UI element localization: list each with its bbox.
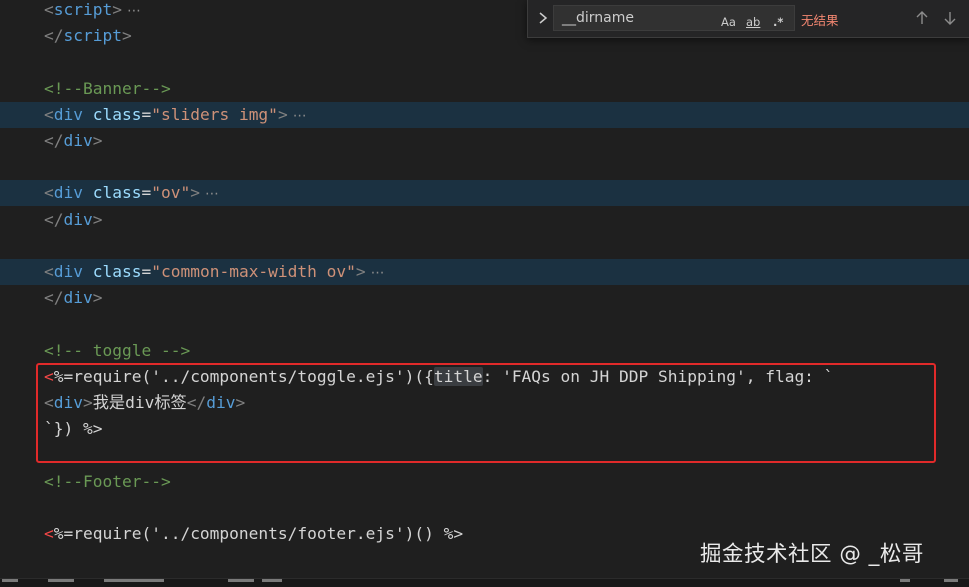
folded-region-ellipsis-icon[interactable]: ⋯: [293, 108, 307, 124]
match-case-button[interactable]: Aa: [721, 15, 736, 29]
match-whole-word-button[interactable]: ab: [746, 15, 760, 29]
code-token: <: [44, 183, 54, 203]
code-line[interactable]: <div class="ov"> ⋯: [0, 180, 969, 207]
code-token: <: [44, 262, 54, 281]
find-input[interactable]: __dirname Aa ab .*: [553, 5, 795, 31]
toggle-replace-chevron-icon[interactable]: [536, 8, 550, 28]
code-token: <!--Banner-->: [44, 78, 171, 98]
code-token: =: [141, 262, 152, 281]
code-line[interactable]: [0, 49, 969, 75]
code-token: div: [53, 104, 83, 124]
code-line-content: </script>: [44, 23, 132, 49]
code-token: div: [53, 183, 83, 203]
code-token: class: [92, 262, 142, 281]
code-line-content: </div>: [44, 285, 103, 311]
code-token: div: [53, 262, 83, 281]
code-line[interactable]: <div class="sliders img"> ⋯: [0, 101, 969, 129]
status-item[interactable]: [48, 579, 74, 582]
code-token: "ov": [151, 183, 191, 203]
code-line-content: <script> ⋯: [44, 0, 141, 24]
code-token: >: [92, 288, 103, 308]
code-line-content: <div class="sliders img"> ⋯: [44, 102, 307, 129]
code-token: "common-max-width ov": [151, 262, 356, 281]
code-line-content: <!--Footer-->: [44, 469, 171, 495]
code-token: </: [44, 288, 64, 308]
code-line-content: </div>: [44, 207, 103, 233]
code-line-content: </div>: [44, 128, 103, 154]
code-token: div: [63, 131, 93, 150]
code-token: =: [141, 183, 152, 203]
folded-region-ellipsis-icon[interactable]: ⋯: [205, 186, 219, 202]
code-line-content: <%=require('../components/footer.ejs')()…: [44, 521, 463, 547]
code-line-content: <!--Banner-->: [44, 76, 171, 102]
code-line[interactable]: </div>: [0, 285, 969, 311]
code-token: div: [63, 209, 93, 229]
code-token: >: [121, 26, 132, 46]
code-line[interactable]: </div>: [0, 128, 969, 154]
code-token: =: [141, 104, 152, 124]
code-line[interactable]: [0, 233, 969, 259]
folded-region-ellipsis-icon[interactable]: ⋯: [127, 3, 141, 19]
watermark: 掘金技术社区 @ _松哥: [700, 542, 924, 567]
code-token: <: [44, 104, 54, 124]
code-token: class: [92, 183, 142, 203]
code-token: </: [44, 209, 64, 229]
use-regex-button[interactable]: .*: [773, 15, 783, 29]
code-token: >: [112, 0, 122, 19]
next-match-arrow-down-icon[interactable]: [941, 8, 959, 28]
code-line[interactable]: <!--Footer-->: [0, 469, 969, 495]
status-item[interactable]: [104, 579, 164, 582]
code-token: div: [63, 288, 93, 308]
code-line[interactable]: <!-- toggle -->: [0, 338, 969, 364]
code-token: <: [44, 0, 54, 19]
code-line[interactable]: [0, 495, 969, 521]
code-token: >: [277, 104, 288, 124]
annotation-highlight-box: [36, 363, 936, 463]
code-line-content: <!-- toggle -->: [44, 338, 190, 364]
code-token: </: [44, 26, 64, 46]
code-token: %=require('../components/footer.ejs')() …: [53, 524, 464, 543]
find-result-status: 无结果: [801, 13, 839, 28]
code-token: <!--Footer-->: [44, 471, 171, 491]
status-item[interactable]: [262, 579, 282, 582]
code-token: class: [92, 104, 142, 124]
code-token: script: [53, 0, 113, 19]
code-line[interactable]: [0, 154, 969, 180]
code-line[interactable]: <!--Banner-->: [0, 76, 969, 102]
previous-match-arrow-up-icon[interactable]: [913, 8, 931, 28]
code-line-content: <div class="common-max-width ov"> ⋯: [44, 259, 385, 286]
code-token: </: [44, 131, 64, 150]
status-item[interactable]: [2, 579, 18, 582]
code-line[interactable]: [0, 311, 969, 337]
code-token: >: [355, 262, 366, 281]
status-item[interactable]: [900, 579, 910, 582]
code-editor[interactable]: <script> ⋯ </script> <!--Banner--> <div clas…: [0, 0, 969, 587]
status-item[interactable]: [944, 579, 958, 582]
code-token: >: [190, 183, 200, 203]
code-line[interactable]: </div>: [0, 207, 969, 233]
code-token: >: [92, 209, 103, 229]
code-token: <!-- toggle -->: [44, 340, 191, 360]
code-line[interactable]: <div class="common-max-width ov"> ⋯: [0, 259, 969, 285]
code-token: script: [63, 26, 122, 46]
code-token: >: [92, 131, 103, 150]
code-line-content: <div class="ov"> ⋯: [44, 180, 219, 207]
status-item[interactable]: [228, 579, 254, 582]
find-query: __dirname: [562, 10, 634, 26]
folded-region-ellipsis-icon[interactable]: ⋯: [371, 265, 385, 281]
find-widget: __dirname Aa ab .* 无结果: [527, 0, 969, 38]
code-token: "sliders img": [151, 104, 278, 124]
code-token: <: [44, 524, 54, 543]
